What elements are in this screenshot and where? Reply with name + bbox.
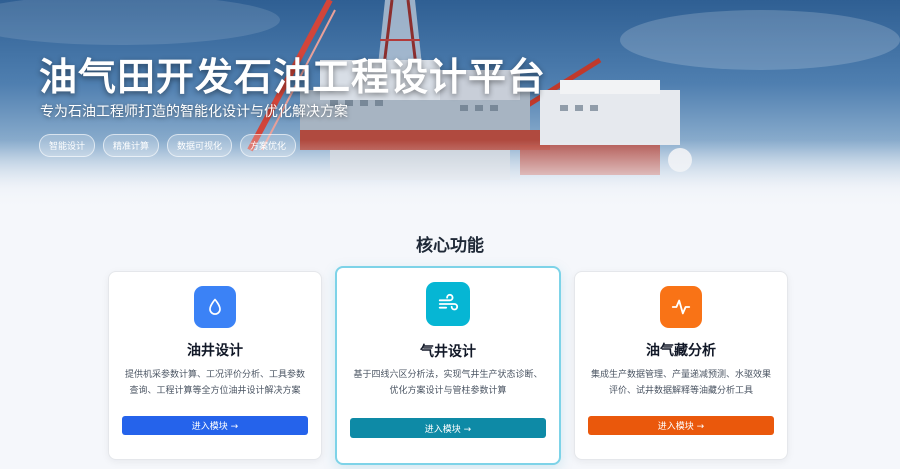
tag-smart-design: 智能设计 <box>39 134 96 157</box>
module-card-reservoir-analysis: 油气藏分析 集成生产数据管理、产量递减预测、水驱效果评价、试井数据解释等油藏分析… <box>574 271 788 460</box>
card-description: 提供机采参数计算、工况评价分析、工具参数查询、工程计算等全方位油井设计解决方案 <box>124 370 305 396</box>
module-card-oil-well: 油井设计 提供机采参数计算、工况评价分析、工具参数查询、工程计算等全方位油井设计… <box>108 271 322 460</box>
tag-plan-optimize: 方案优化 <box>240 134 297 157</box>
module-card-gas-well: 气井设计 基于四线六区分析法，实现气井生产状态诊断、优化方案设计与管柱参数计算 … <box>335 266 561 465</box>
card-title: 气井设计 <box>420 344 476 360</box>
tag-data-viz: 数据可视化 <box>167 134 233 157</box>
enter-module-button-gas-well[interactable]: 进入模块 → <box>350 418 546 438</box>
enter-module-button-oil-well[interactable]: 进入模块 → <box>122 416 308 435</box>
page-title: 油气田开发石油工程设计平台 <box>39 55 547 99</box>
activity-icon <box>660 286 702 328</box>
enter-module-button-reservoir[interactable]: 进入模块 → <box>588 416 774 435</box>
tag-precise-calc: 精准计算 <box>103 134 160 157</box>
card-description: 基于四线六区分析法，实现气井生产状态诊断、优化方案设计与管柱参数计算 <box>353 370 543 396</box>
hero-banner: 油气田开发石油工程设计平台 专为石油工程师打造的智能化设计与优化解决方案 智能设… <box>0 0 900 210</box>
wind-icon <box>426 282 470 326</box>
page-subtitle: 专为石油工程师打造的智能化设计与优化解决方案 <box>40 104 348 120</box>
section-title: 核心功能 <box>416 236 484 256</box>
card-title: 油气藏分析 <box>646 343 716 359</box>
feature-tags: 智能设计 精准计算 数据可视化 方案优化 <box>39 134 297 157</box>
card-title: 油井设计 <box>187 343 243 359</box>
card-description: 集成生产数据管理、产量递减预测、水驱效果评价、试井数据解释等油藏分析工具 <box>590 370 771 396</box>
droplet-icon <box>194 286 236 328</box>
